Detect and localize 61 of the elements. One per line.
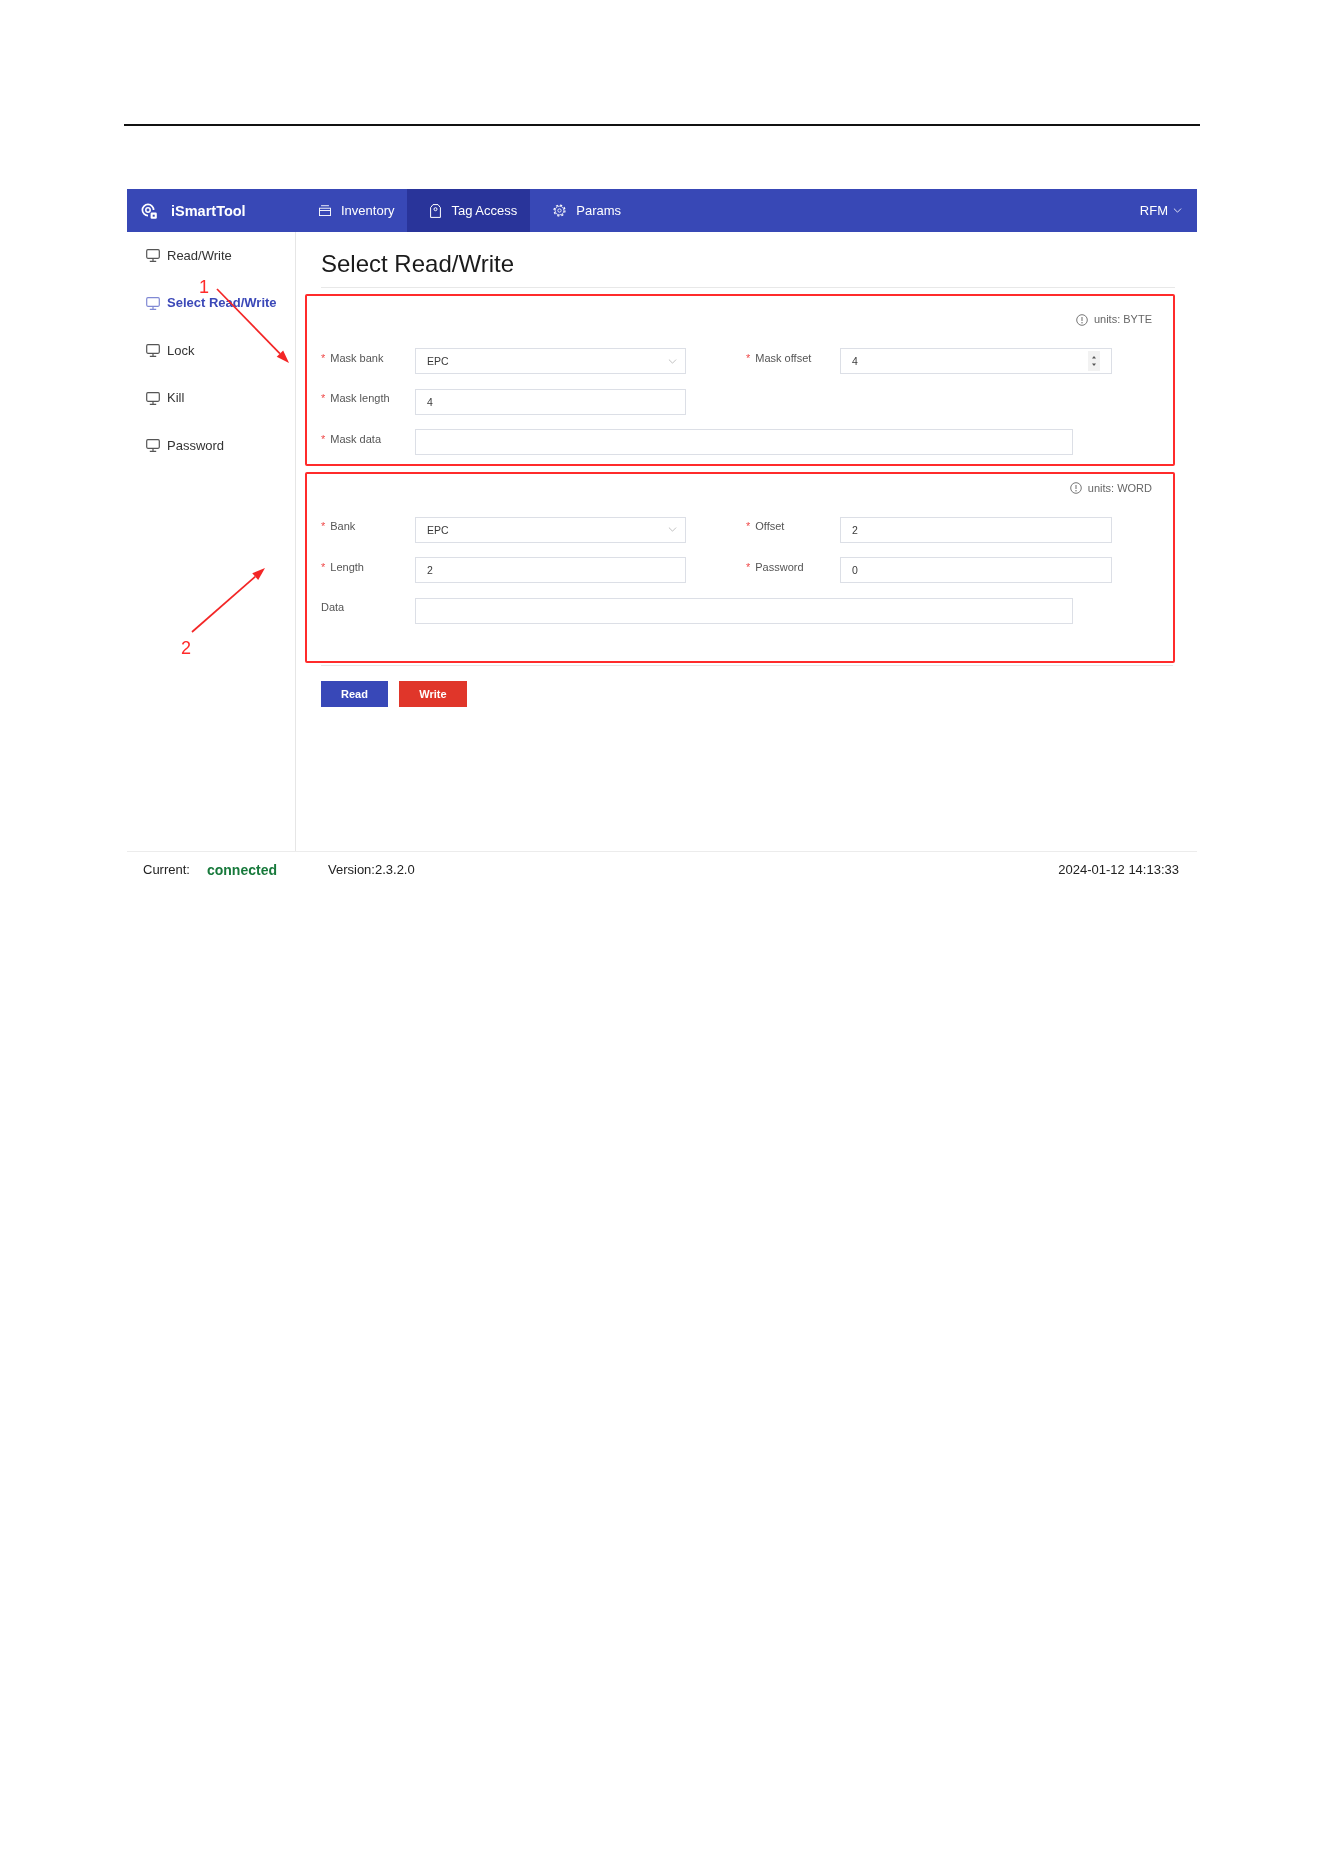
monitor-icon — [146, 296, 160, 310]
action-button[interactable]: Read — [321, 680, 388, 707]
input-field[interactable]: 2 — [840, 516, 1112, 543]
app-name: iSmartTool — [171, 202, 246, 219]
dropdown-field[interactable]: EPC — [415, 348, 686, 374]
page-title: Select Read/Write — [321, 249, 514, 279]
sidebar-item[interactable]: Lock — [146, 343, 195, 358]
field-label: Password — [755, 559, 804, 575]
monitor-icon — [146, 249, 160, 263]
required-mark: * — [321, 350, 326, 366]
field-label: Length — [330, 559, 364, 575]
monitor-icon — [146, 439, 160, 453]
field-label: Mask data — [330, 431, 382, 447]
callout-number: 2 — [181, 640, 191, 656]
spinner-arrows-icon[interactable] — [1088, 351, 1100, 371]
date-time: 2024-01-12 14:13:33 — [1058, 862, 1179, 877]
nav-tab[interactable]: Params — [530, 189, 635, 232]
chevron-down-icon — [668, 527, 677, 532]
chevron-down-icon — [1173, 208, 1182, 213]
box-icon — [319, 205, 331, 216]
input-field[interactable]: 0 — [840, 557, 1112, 583]
field-label: Mask bank — [330, 350, 384, 366]
action-button[interactable]: Write — [399, 680, 467, 707]
monitor-icon — [146, 344, 160, 358]
input-field[interactable]: 4 — [415, 388, 686, 415]
dropdown-field[interactable]: EPC — [415, 516, 686, 543]
monitor-icon — [146, 391, 160, 405]
required-mark: * — [746, 350, 751, 366]
required-mark: * — [321, 431, 326, 447]
units-note: units: WORD — [1087, 480, 1152, 496]
logo-icon — [141, 202, 157, 219]
sidebar-item[interactable]: Kill — [146, 391, 185, 406]
required-mark: * — [746, 519, 751, 534]
chevron-down-icon — [668, 358, 677, 364]
field-label: Bank — [330, 519, 356, 534]
settings-icon — [553, 204, 567, 217]
required-mark: * — [746, 559, 751, 575]
required-mark: * — [321, 391, 326, 406]
sidebar-item[interactable]: Read/Write — [146, 248, 232, 263]
field-label: Offset — [755, 519, 785, 534]
field-label: Mask length — [330, 391, 390, 406]
callout-number: 1 — [199, 279, 209, 295]
tag-icon — [430, 203, 442, 218]
version-text: Version:2.3.2.0 — [328, 862, 415, 877]
input-field[interactable] — [415, 597, 1073, 624]
required-mark: * — [321, 519, 326, 534]
field-label: Data — [321, 600, 345, 615]
sidebar-item[interactable]: Password — [146, 438, 225, 453]
user-menu[interactable]: RFM — [1139, 189, 1182, 232]
info-icon — [1075, 313, 1088, 326]
connection-status: connected — [206, 861, 277, 878]
nav-tab[interactable]: Tag Access — [407, 189, 531, 232]
required-mark: * — [321, 559, 326, 575]
nav-tab[interactable]: Inventory — [296, 189, 408, 232]
input-field[interactable]: 2 — [415, 557, 686, 583]
number-field[interactable]: 4 — [840, 348, 1112, 374]
info-icon — [1069, 482, 1082, 494]
field-label: Mask offset — [755, 350, 812, 366]
status-label: Current: — [143, 862, 190, 877]
input-field[interactable] — [415, 429, 1073, 455]
units-note: units: BYTE — [1093, 312, 1152, 327]
